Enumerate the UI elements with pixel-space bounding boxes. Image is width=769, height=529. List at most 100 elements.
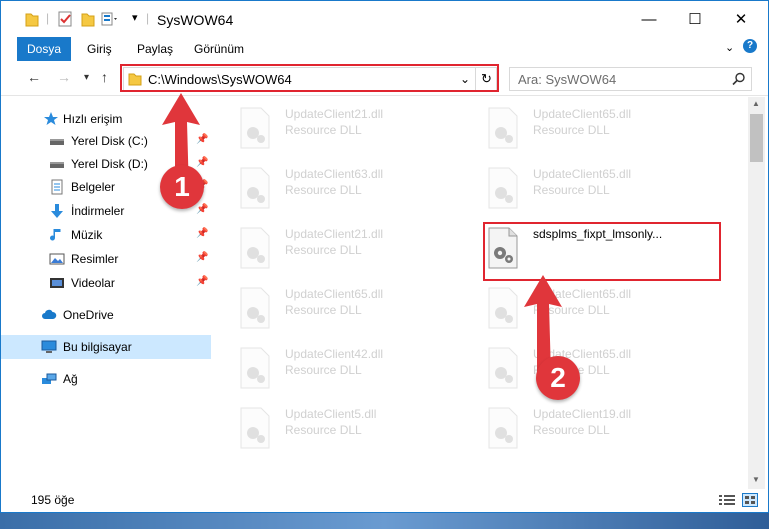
dll-file-icon (488, 287, 518, 329)
tab-giris[interactable]: Giriş (77, 37, 122, 61)
desktop-background (0, 513, 769, 529)
file-name: UpdateClient21.dll (285, 227, 384, 241)
properties-icon[interactable] (57, 11, 73, 27)
back-arrow-icon[interactable]: ← (27, 69, 41, 85)
star-icon (44, 112, 58, 125)
sidebar-item-videos[interactable]: Videolar 📌 (1, 271, 211, 295)
address-bar-highlight (120, 64, 499, 92)
file-item[interactable]: UpdateClient21.dll Resource DLL (233, 101, 463, 157)
title-bar: | ▾ | SysWOW64 — ☐ ✕ (1, 1, 768, 39)
dll-file-icon (240, 167, 270, 209)
folder-icon[interactable] (25, 11, 39, 27)
sidebar-item-onedrive[interactable]: OneDrive (1, 303, 211, 327)
tab-gorunum[interactable]: Görünüm (184, 37, 254, 61)
sidebar-label: Hızlı erişim (63, 112, 123, 126)
sidebar-item-pictures[interactable]: Resimler 📌 (1, 247, 211, 271)
dll-file-icon (488, 407, 518, 449)
cloud-icon (42, 309, 57, 319)
file-type: Resource DLL (533, 183, 610, 197)
drive-icon (50, 139, 64, 145)
file-item[interactable]: UpdateClient65.dll Resource DLL (481, 161, 711, 217)
sidebar-label: İndirmeler (71, 204, 125, 218)
sidebar-label: Resimler (71, 252, 119, 266)
dll-file-icon (488, 167, 518, 209)
tab-dosya[interactable]: Dosya (17, 37, 72, 61)
file-item[interactable]: UpdateClient19.dll Resource DLL (481, 401, 711, 457)
pin-icon[interactable]: 📌 (196, 228, 208, 239)
tab-paylas[interactable]: Paylaş (127, 37, 183, 61)
drive-icon (50, 162, 64, 168)
search-input[interactable]: Ara: SysWOW64 (509, 67, 752, 91)
scroll-down-icon[interactable]: ▼ (752, 475, 760, 484)
sidebar-item-this-pc[interactable]: Bu bilgisayar (1, 335, 211, 359)
file-item[interactable]: UpdateClient65.dll Resource DLL (481, 281, 711, 337)
file-item[interactable]: UpdateClient63.dll Resource DLL (233, 161, 463, 217)
search-icon[interactable] (732, 72, 746, 86)
pin-icon[interactable]: 📌 (196, 276, 208, 287)
dll-file-icon (240, 287, 270, 329)
pin-icon[interactable]: 📌 (196, 252, 208, 263)
file-item[interactable]: UpdateClient65.dll Resource DLL (233, 281, 463, 337)
file-name: UpdateClient65.dll (285, 287, 384, 301)
status-bar: 195 öğe (1, 489, 768, 511)
search-placeholder: Ara: SysWOW64 (518, 72, 617, 87)
pin-icon[interactable]: 📌 (196, 204, 208, 215)
forward-arrow-icon[interactable]: → (57, 69, 71, 85)
file-name: UpdateClient5.dll (285, 407, 377, 421)
minimize-button[interactable]: — (626, 1, 672, 39)
sidebar-label: OneDrive (63, 308, 114, 322)
large-icons-view-icon[interactable] (742, 493, 758, 507)
file-list: UpdateClient21.dll Resource DLL UpdateCl… (217, 97, 747, 489)
computer-icon (41, 340, 57, 353)
file-item[interactable]: UpdateClient21.dll Resource DLL (233, 221, 463, 277)
music-icon (50, 229, 61, 241)
customize-icon[interactable] (101, 11, 119, 27)
dll-file-icon (240, 227, 270, 269)
download-icon (51, 204, 63, 218)
help-icon[interactable]: ? (743, 39, 757, 53)
maximize-button[interactable]: ☐ (672, 1, 718, 39)
sidebar-label: Ağ (63, 372, 78, 386)
step-2-badge: 2 (536, 356, 580, 400)
scroll-up-icon[interactable]: ▲ (752, 99, 760, 108)
file-item[interactable]: UpdateClient65.dll Resource DLL (481, 101, 711, 157)
recent-locations-icon[interactable]: ▾ (84, 72, 89, 83)
details-view-icon[interactable] (719, 494, 735, 506)
scrollbar-thumb[interactable] (750, 114, 763, 162)
sidebar-label: Yerel Disk (C:) (71, 134, 148, 148)
file-type: Resource DLL (285, 303, 362, 317)
file-name: UpdateClient19.dll (533, 407, 632, 421)
dll-file-icon (488, 347, 518, 389)
dll-file-icon (240, 347, 270, 389)
file-item[interactable]: UpdateClient42.dll Resource DLL (233, 341, 463, 397)
file-type: Resource DLL (285, 243, 362, 257)
file-name: UpdateClient21.dll (285, 107, 384, 121)
file-item[interactable]: UpdateClient65.dll Resource DLL (481, 341, 711, 397)
dll-file-icon (488, 107, 518, 149)
file-item[interactable]: UpdateClient5.dll Resource DLL (233, 401, 463, 457)
documents-icon (51, 179, 63, 195)
window-title: SysWOW64 (157, 12, 234, 28)
step-1-badge: 1 (160, 165, 204, 209)
sidebar-item-music[interactable]: Müzik 📌 (1, 223, 211, 247)
new-folder-icon[interactable] (81, 11, 95, 27)
separator: | (146, 11, 150, 25)
file-name: UpdateClient63.dll (285, 167, 384, 181)
vertical-scrollbar[interactable]: ▲ ▼ (748, 97, 765, 489)
expand-ribbon-icon[interactable]: ⌄ (725, 41, 734, 54)
sidebar-label: Bu bilgisayar (63, 340, 132, 354)
file-type: Resource DLL (285, 363, 362, 377)
network-icon (42, 373, 57, 384)
file-type: Resource DLL (533, 423, 610, 437)
item-count: 195 öğe (31, 493, 75, 507)
sidebar-label: Videolar (71, 276, 115, 290)
close-button[interactable]: ✕ (718, 1, 764, 39)
file-type: Resource DLL (533, 123, 610, 137)
up-arrow-icon[interactable]: ↑ (101, 69, 108, 85)
sidebar-label: Yerel Disk (D:) (71, 157, 148, 171)
file-name: UpdateClient65.dll (533, 167, 632, 181)
sidebar-item-network[interactable]: Ağ (1, 367, 211, 391)
ribbon-tabs: Dosya Giriş Paylaş Görünüm ⌄ ? (1, 37, 768, 61)
explorer-window: | ▾ | SysWOW64 — ☐ ✕ Dosya Giriş Paylaş … (0, 0, 769, 513)
quick-access-dropdown-icon[interactable]: ▾ (132, 11, 138, 24)
